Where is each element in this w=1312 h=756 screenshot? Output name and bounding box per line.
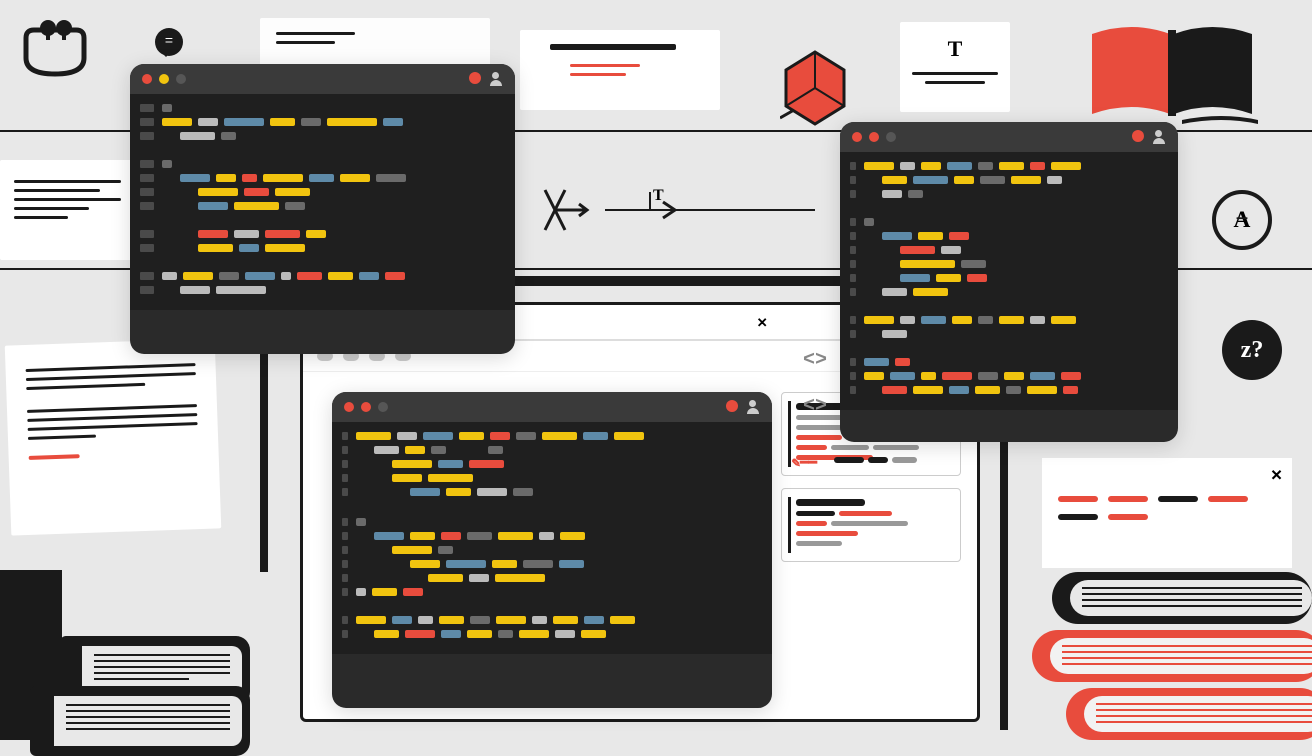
code-editor-window[interactable] bbox=[840, 122, 1178, 442]
code-snippet-panel bbox=[781, 488, 961, 562]
paper-doc bbox=[0, 160, 135, 260]
record-icon bbox=[469, 72, 481, 84]
window-titlebar[interactable] bbox=[332, 392, 772, 422]
paper-doc bbox=[260, 18, 490, 68]
code-editor-window[interactable] bbox=[332, 392, 772, 708]
hexagon-icon bbox=[780, 48, 850, 128]
traffic-light-min[interactable] bbox=[159, 74, 169, 84]
arrow-diagram: T bbox=[535, 180, 825, 240]
window-titlebar[interactable] bbox=[130, 64, 515, 94]
traffic-light-max[interactable] bbox=[176, 74, 186, 84]
code-area bbox=[332, 422, 772, 654]
traffic-light-close[interactable] bbox=[344, 402, 354, 412]
window-titlebar[interactable] bbox=[840, 122, 1178, 152]
svg-text:T: T bbox=[653, 187, 664, 204]
connector-line bbox=[260, 352, 268, 572]
connector-line bbox=[1000, 440, 1008, 730]
traffic-light-min[interactable] bbox=[869, 132, 879, 142]
paper-doc bbox=[5, 338, 222, 535]
text-card: T bbox=[900, 22, 1010, 112]
traffic-light-close[interactable] bbox=[142, 74, 152, 84]
close-icon[interactable]: ✕ bbox=[757, 312, 767, 332]
svg-text:A: A bbox=[1234, 207, 1251, 233]
person-icon bbox=[746, 400, 760, 414]
connector-line bbox=[510, 276, 850, 286]
paper-doc bbox=[520, 30, 720, 110]
person-icon bbox=[489, 72, 503, 86]
text-card-label: T bbox=[912, 36, 998, 62]
traffic-light-close[interactable] bbox=[852, 132, 862, 142]
info-card: ✕ bbox=[1042, 458, 1292, 568]
speech-bubble-icon: = bbox=[155, 28, 183, 56]
code-angle-icon: <> bbox=[803, 349, 827, 372]
pocket-icon bbox=[20, 20, 90, 80]
red-book-stack bbox=[1012, 562, 1312, 746]
code-area bbox=[130, 94, 515, 310]
book-stack bbox=[30, 686, 250, 756]
close-icon[interactable]: ✕ bbox=[1271, 464, 1282, 486]
person-icon bbox=[1152, 130, 1166, 144]
code-angle-icon: <> bbox=[803, 395, 827, 418]
pencil-icon: ✎━━ bbox=[792, 455, 817, 472]
traffic-light-max[interactable] bbox=[378, 402, 388, 412]
letter-badge-a: A bbox=[1212, 190, 1272, 250]
code-editor-window[interactable] bbox=[130, 64, 515, 354]
record-icon bbox=[726, 400, 738, 412]
inline-tokens bbox=[834, 457, 917, 463]
code-area bbox=[840, 152, 1178, 410]
traffic-light-min[interactable] bbox=[361, 402, 371, 412]
traffic-light-max[interactable] bbox=[886, 132, 896, 142]
letter-badge-z: z? bbox=[1222, 320, 1282, 380]
open-book-icon bbox=[1082, 20, 1262, 120]
record-icon bbox=[1132, 130, 1144, 142]
